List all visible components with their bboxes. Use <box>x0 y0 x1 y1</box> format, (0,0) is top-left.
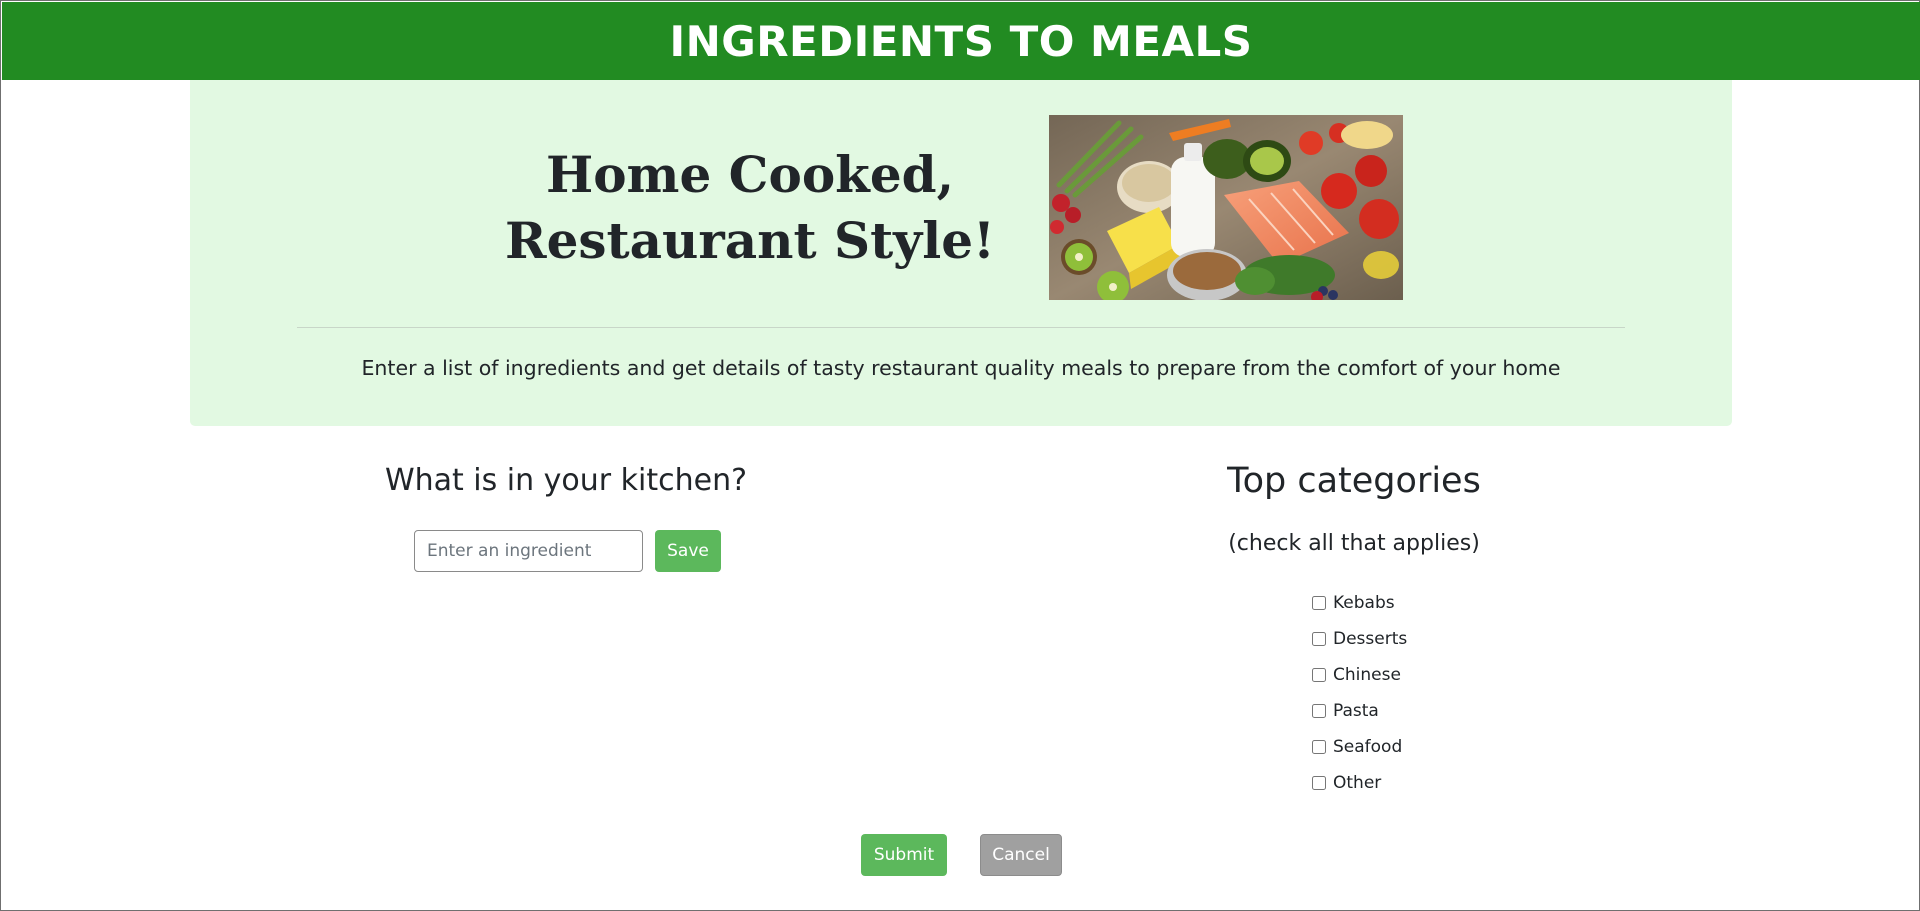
hero-banner: Home Cooked, Restaurant Style! Enter a l… <box>190 80 1732 426</box>
category-item-other: Other <box>1310 765 1407 801</box>
category-label[interactable]: Chinese <box>1333 665 1401 685</box>
hero-heading-line1: Home Cooked, <box>545 145 955 204</box>
desserts-checkbox[interactable] <box>1312 632 1326 646</box>
categories-hint: (check all that applies) <box>1228 531 1480 556</box>
hero-heading-line2: Restaurant Style! <box>505 211 995 270</box>
category-label[interactable]: Seafood <box>1333 737 1402 757</box>
ingredient-input[interactable] <box>414 530 643 572</box>
category-item-desserts: Desserts <box>1310 621 1407 657</box>
category-item-kebabs: Kebabs <box>1310 585 1407 621</box>
category-label[interactable]: Desserts <box>1333 629 1407 649</box>
pasta-checkbox[interactable] <box>1312 704 1326 718</box>
submit-button[interactable]: Submit <box>861 834 947 876</box>
other-checkbox[interactable] <box>1312 776 1326 790</box>
app-header: INGREDIENTS TO MEALS <box>2 2 1920 80</box>
kitchen-section-title: What is in your kitchen? <box>384 463 748 498</box>
app-window: INGREDIENTS TO MEALS Home Cooked, Restau… <box>0 0 1920 911</box>
fresh-ingredients-photo <box>1049 115 1403 300</box>
category-item-pasta: Pasta <box>1310 693 1407 729</box>
cancel-button[interactable]: Cancel <box>980 834 1062 876</box>
category-label[interactable]: Other <box>1333 773 1381 793</box>
save-button[interactable]: Save <box>655 530 721 572</box>
categories-title: Top categories <box>1227 461 1481 501</box>
category-label[interactable]: Kebabs <box>1333 593 1395 613</box>
app-title: INGREDIENTS TO MEALS <box>669 16 1253 66</box>
kebabs-checkbox[interactable] <box>1312 596 1326 610</box>
chinese-checkbox[interactable] <box>1312 668 1326 682</box>
hero-divider <box>297 327 1625 328</box>
category-item-seafood: Seafood <box>1310 729 1407 765</box>
category-item-chinese: Chinese <box>1310 657 1407 693</box>
seafood-checkbox[interactable] <box>1312 740 1326 754</box>
category-label[interactable]: Pasta <box>1333 701 1379 721</box>
category-list: Kebabs Desserts Chinese Pasta Seafood Ot… <box>1310 585 1407 801</box>
hero-heading: Home Cooked, Restaurant Style! <box>500 142 1000 274</box>
hero-subtitle: Enter a list of ingredients and get deta… <box>361 356 1561 380</box>
